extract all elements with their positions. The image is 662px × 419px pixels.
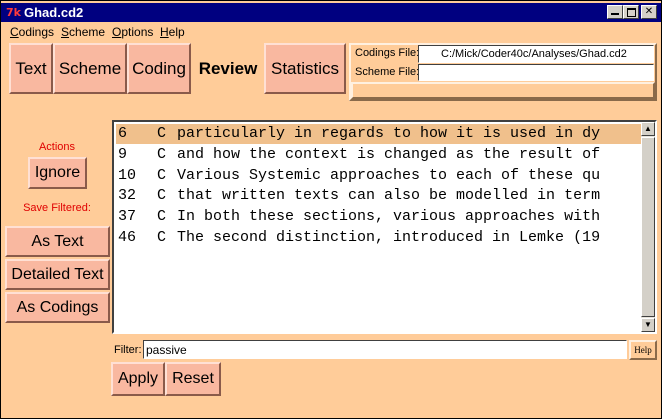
results-list[interactable]: 6 C particularly in regards to how it is… — [112, 120, 657, 334]
scroll-up-button[interactable]: ▲ — [641, 122, 655, 136]
minimize-icon — [611, 13, 619, 15]
reset-button[interactable]: Reset — [165, 362, 221, 396]
list-item[interactable]: 32 C that written texts can also be mode… — [116, 186, 642, 206]
ignore-button[interactable]: Ignore — [28, 157, 87, 189]
scheme-file-field[interactable] — [418, 64, 654, 81]
filter-input[interactable]: passive — [143, 340, 627, 359]
code-letter: C — [157, 167, 167, 184]
line-number: 9 — [118, 146, 128, 163]
menu-codings[interactable]: Codings — [10, 25, 54, 39]
tk-app-icon: 7k — [6, 6, 21, 19]
menu-bar: Codings Scheme Options Help — [1, 23, 661, 41]
list-item[interactable]: 6 C particularly in regards to how it is… — [116, 124, 642, 144]
line-number: 37 — [118, 208, 137, 225]
actions-label: Actions — [38, 141, 76, 153]
title-bar: 7k Ghad.cd2 ✕ — [1, 3, 661, 22]
line-text: that written texts can also be modelled … — [177, 187, 601, 204]
as-text-button[interactable]: As Text — [5, 226, 110, 257]
arrow-down-icon: ▼ — [644, 320, 652, 329]
tab-coding[interactable]: Coding — [127, 43, 191, 94]
code-letter: C — [157, 146, 167, 163]
scroll-thumb[interactable] — [641, 137, 655, 317]
menu-scheme[interactable]: Scheme — [61, 25, 105, 39]
apply-button[interactable]: Apply — [111, 362, 165, 396]
scheme-file-label: Scheme File: — [355, 66, 420, 78]
menu-options[interactable]: Options — [112, 25, 153, 39]
tab-statistics[interactable]: Statistics — [264, 43, 346, 94]
codings-file-label: Codings File: — [355, 47, 420, 59]
tab-scheme[interactable]: Scheme — [53, 43, 127, 94]
tab-review[interactable]: Review — [193, 43, 263, 94]
line-text: In both these sections, various approach… — [177, 208, 601, 225]
line-number: 32 — [118, 187, 137, 204]
tab-text[interactable]: Text — [9, 43, 53, 94]
help-button[interactable]: Help — [629, 340, 657, 360]
line-text: The second distinction, introduced in Le… — [177, 229, 601, 246]
code-letter: C — [157, 229, 167, 246]
maximize-icon — [627, 8, 636, 17]
code-letter: C — [157, 125, 167, 142]
save-filtered-label: Save Filtered: — [23, 202, 91, 214]
as-codings-button[interactable]: As Codings — [5, 292, 110, 323]
minimize-button[interactable] — [607, 5, 623, 19]
line-number: 6 — [118, 125, 128, 142]
code-letter: C — [157, 187, 167, 204]
maximize-button[interactable] — [623, 5, 639, 19]
list-item[interactable]: 46 C The second distinction, introduced … — [116, 228, 642, 248]
line-text: Various Systemic approaches to each of t… — [177, 167, 601, 184]
close-button[interactable]: ✕ — [641, 5, 657, 19]
line-text: particularly in regards to how it is use… — [177, 125, 601, 142]
line-text: and how the context is changed as the re… — [177, 146, 601, 163]
scroll-down-button[interactable]: ▼ — [641, 318, 655, 332]
list-item[interactable]: 10 C Various Systemic approaches to each… — [116, 166, 642, 186]
codings-file-field[interactable]: C:/Mick/Coder40c/Analyses/Ghad.cd2 — [418, 45, 654, 63]
detailed-text-button[interactable]: Detailed Text — [5, 259, 110, 290]
filter-label: Filter: — [114, 344, 142, 356]
close-icon: ✕ — [644, 6, 654, 17]
code-letter: C — [157, 208, 167, 225]
vertical-scrollbar[interactable]: ▲ ▼ — [641, 122, 655, 332]
list-item[interactable]: 9 C and how the context is changed as th… — [116, 145, 642, 165]
main-window: 7k Ghad.cd2 ✕ Codings Scheme Options Hel… — [0, 0, 662, 419]
file-info-panel: Codings File: C:/Mick/Coder40c/Analyses/… — [349, 43, 657, 101]
line-number: 10 — [118, 167, 137, 184]
list-item[interactable]: 37 C In both these sections, various app… — [116, 207, 642, 227]
arrow-up-icon: ▲ — [644, 124, 652, 133]
file-status-bar — [351, 82, 655, 99]
line-number: 46 — [118, 229, 137, 246]
window-title: Ghad.cd2 — [24, 5, 84, 20]
menu-help[interactable]: Help — [160, 25, 185, 39]
